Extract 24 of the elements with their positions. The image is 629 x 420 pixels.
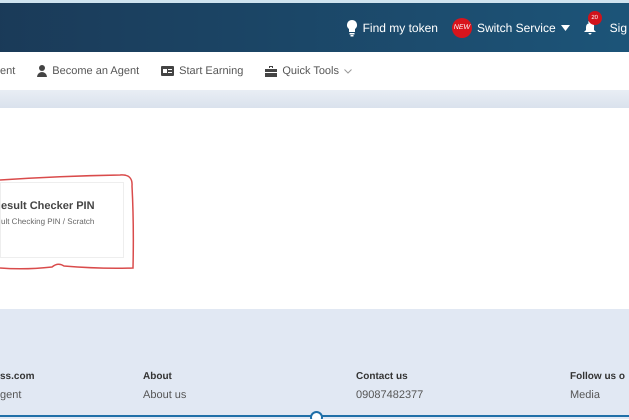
person-icon xyxy=(37,65,48,77)
nav-link[interactable]: ent xyxy=(0,65,16,77)
footer-link[interactable]: About us xyxy=(143,389,356,401)
footer-heading: Follow us o xyxy=(570,371,626,382)
sign-link[interactable]: Sig xyxy=(610,20,627,34)
id-card-icon xyxy=(161,66,174,76)
footer-heading: ss.com xyxy=(0,371,36,382)
nav-link[interactable]: Become an Agent xyxy=(52,65,140,77)
nav-link[interactable]: Start Earning xyxy=(179,65,244,77)
switch-service-link[interactable]: Switch Service xyxy=(476,20,556,34)
footer-link[interactable]: 09087482377 xyxy=(356,389,570,401)
caret-icon xyxy=(560,24,570,30)
toolbox-icon xyxy=(265,66,278,76)
card-title: esult Checker PIN xyxy=(1,200,96,212)
chevron-down-icon xyxy=(344,68,352,74)
card-subtitle: ult Checking PIN / Scratch xyxy=(1,217,96,226)
footer-heading: About xyxy=(143,371,173,382)
lightbulb-icon xyxy=(346,18,358,36)
nav-link[interactable]: Quick Tools xyxy=(282,65,339,77)
footer-link[interactable]: Media xyxy=(570,389,629,401)
find-token-link[interactable]: Find my token xyxy=(362,20,438,34)
footer-heading: Contact us xyxy=(356,371,409,382)
product-card[interactable]: esult Checker PIN ult Checking PIN / Scratch xyxy=(0,182,124,258)
footer-link[interactable]: gent xyxy=(0,389,143,401)
